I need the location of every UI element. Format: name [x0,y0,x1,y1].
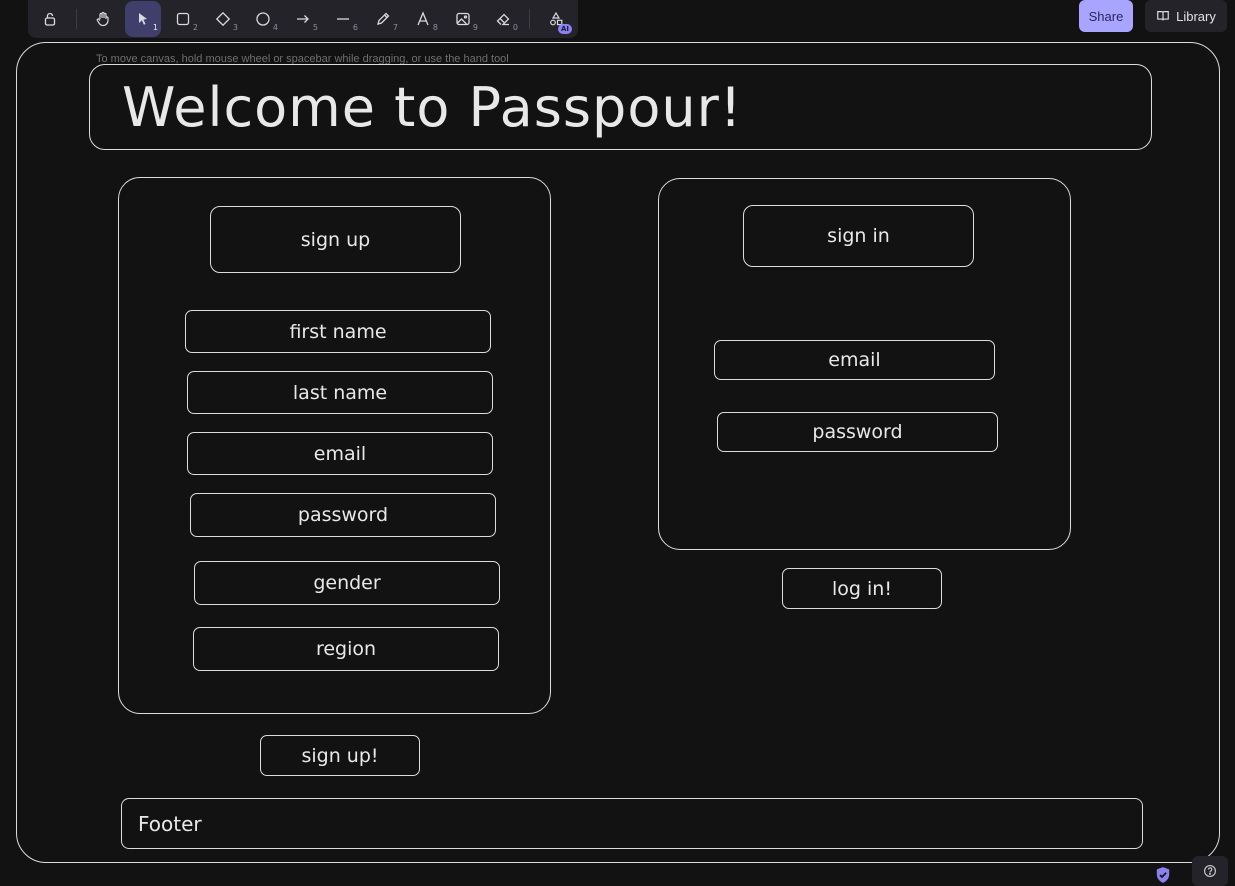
book-icon [1157,11,1169,21]
line-icon [337,18,349,20]
signup-gender-field[interactable]: gender [194,561,500,605]
lock-icon [44,12,56,26]
ellipse-shortcut: 4 [272,23,278,32]
draw-tool[interactable]: 7 [365,1,401,37]
hand-tool[interactable] [85,1,121,37]
signup-email-field[interactable]: email [187,432,493,475]
page-title: Welcome to Passpour! [122,75,743,139]
more-tools-button[interactable]: AI [538,1,574,37]
rectangle-shortcut: 2 [192,23,198,32]
arrow-shortcut: 5 [312,23,318,32]
ellipse-tool[interactable]: 4 [245,1,281,37]
image-shortcut: 9 [472,23,478,32]
rectangle-tool[interactable]: 2 [165,1,201,37]
login-submit-button[interactable]: log in! [782,568,942,609]
share-button[interactable]: Share [1079,0,1133,32]
help-icon [1204,865,1216,877]
help-button[interactable] [1192,856,1228,886]
text-tool[interactable]: 8 [405,1,441,37]
ai-badge: AI [557,24,572,34]
eraser-shortcut: 0 [512,23,518,32]
library-label: Library [1176,8,1216,24]
line-tool[interactable]: 6 [325,1,361,37]
toolbar-divider [76,9,77,29]
arrow-icon [297,15,309,23]
signin-password-field[interactable]: password [717,412,998,452]
signup-submit-button[interactable]: sign up! [260,735,420,776]
diamond-tool[interactable]: 3 [205,1,241,37]
eraser-tool[interactable]: 0 [485,1,521,37]
signup-first-name-field[interactable]: first name [185,310,491,353]
footer[interactable]: Footer [121,798,1143,849]
toolbar-divider [529,9,530,29]
ellipse-icon [256,12,270,26]
diamond-shortcut: 3 [232,23,238,32]
signup-last-name-field[interactable]: last name [187,371,493,414]
image-icon [456,12,470,26]
selection-shortcut: 1 [152,23,158,32]
draw-shortcut: 7 [392,23,398,32]
lock-tool[interactable] [32,1,68,37]
signup-region-field[interactable]: region [193,627,499,671]
arrow-tool[interactable]: 5 [285,1,321,37]
eraser-icon [496,13,510,26]
library-button[interactable]: Library [1145,0,1227,32]
selection-tool[interactable]: 1 [125,1,161,37]
image-tool[interactable]: 9 [445,1,481,37]
title-box[interactable]: Welcome to Passpour! [89,64,1152,150]
pointer-icon [139,13,147,25]
shield-check-icon [1156,867,1170,883]
signup-password-field[interactable]: password [190,493,496,537]
text-shortcut: 8 [432,23,438,32]
toolbar: 1 2 3 4 5 6 7 8 9 0 AI [28,0,578,38]
hand-icon [96,11,109,27]
diamond-icon [215,11,231,27]
rectangle-icon [176,12,190,26]
line-shortcut: 6 [352,23,358,32]
pencil-icon [377,12,390,25]
signin-email-field[interactable]: email [714,340,995,380]
signup-heading[interactable]: sign up [210,206,461,273]
signin-heading[interactable]: sign in [743,205,974,267]
text-icon [417,11,429,26]
